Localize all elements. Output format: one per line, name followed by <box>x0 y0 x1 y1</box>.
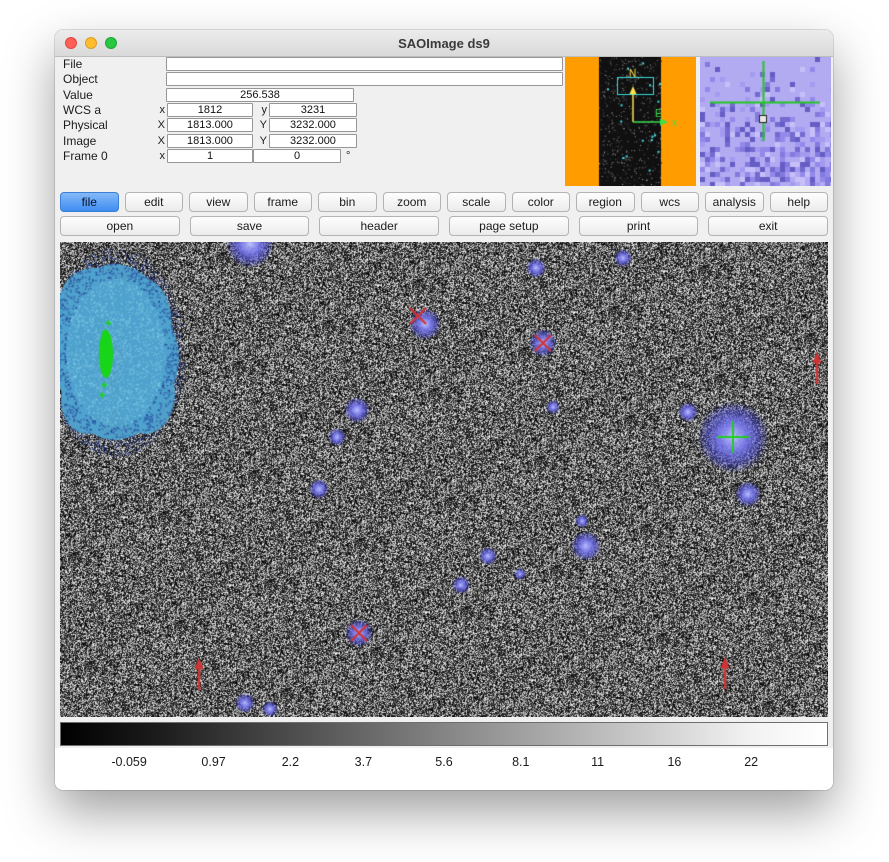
file-row: File <box>63 56 563 71</box>
physical-y-label: Y <box>253 119 267 131</box>
exit-button[interactable]: exit <box>708 216 828 236</box>
file-action-bar: open save header page setup print exit <box>60 216 828 236</box>
object-label: Object <box>63 72 151 86</box>
image-coord-row: Image X Y <box>63 133 563 148</box>
menu-edit[interactable]: edit <box>125 192 184 212</box>
menu-wcs[interactable]: wcs <box>641 192 700 212</box>
physical-x-label: X <box>151 119 165 131</box>
colorbar-tick: 11 <box>591 755 604 769</box>
colorbar[interactable] <box>60 722 828 746</box>
menu-region[interactable]: region <box>576 192 635 212</box>
menu-analysis[interactable]: analysis <box>705 192 764 212</box>
physical-row: Physical X Y <box>63 118 563 133</box>
colorbar-tick: 22 <box>744 755 758 769</box>
panner[interactable] <box>565 57 696 186</box>
menu-file[interactable]: file <box>60 192 119 212</box>
wcs-y-label: y <box>253 104 267 116</box>
image-y-field[interactable] <box>269 134 357 148</box>
wcs-x-label: x <box>151 104 165 116</box>
menu-scale[interactable]: scale <box>447 192 506 212</box>
value-label: Value <box>63 88 151 102</box>
header-button[interactable]: header <box>319 216 439 236</box>
file-field[interactable] <box>166 57 563 71</box>
image-area <box>60 242 828 717</box>
frame-label: Frame 0 <box>63 149 151 163</box>
menu-bin[interactable]: bin <box>318 192 377 212</box>
physical-x-field[interactable] <box>167 118 253 132</box>
image-x-field[interactable] <box>167 134 253 148</box>
colorbar-tickstrip: -0.059 0.97 2.2 3.7 5.6 8.1 11 16 22 <box>55 748 833 790</box>
object-row: Object <box>63 72 563 87</box>
image-canvas[interactable] <box>60 242 828 717</box>
colorbar-tick: 0.97 <box>201 755 225 769</box>
value-field[interactable] <box>166 88 354 102</box>
frame-zoom-field[interactable] <box>167 149 253 163</box>
colorbar-tick: 5.6 <box>435 755 452 769</box>
degree-symbol: ° <box>346 150 350 162</box>
wcs-x-field[interactable] <box>167 103 253 117</box>
menu-frame[interactable]: frame <box>254 192 313 212</box>
info-panel: File Object Value WCS a x y Physical X <box>63 56 563 164</box>
colorbar-tick: 3.7 <box>355 755 372 769</box>
menu-color[interactable]: color <box>512 192 571 212</box>
physical-y-field[interactable] <box>269 118 357 132</box>
value-row: Value <box>63 87 563 102</box>
page-setup-button[interactable]: page setup <box>449 216 569 236</box>
frame-row: Frame 0 x ° <box>63 149 563 164</box>
object-field[interactable] <box>166 72 563 86</box>
open-button[interactable]: open <box>60 216 180 236</box>
close-button[interactable] <box>65 37 77 49</box>
physical-label: Physical <box>63 118 151 132</box>
menu-help[interactable]: help <box>770 192 829 212</box>
ds9-window: SAOImage ds9 File Object Value WCS a x y <box>55 30 833 790</box>
magnifier <box>700 57 831 186</box>
fullscreen-button[interactable] <box>105 37 117 49</box>
colorbar-ticks: -0.059 0.97 2.2 3.7 5.6 8.1 11 16 22 <box>60 748 828 790</box>
image-y-label: Y <box>253 135 267 147</box>
menu-bar: file edit view frame bin zoom scale colo… <box>60 192 828 212</box>
colorbar-tick: 16 <box>667 755 681 769</box>
print-button[interactable]: print <box>579 216 699 236</box>
image-x-label: X <box>151 135 165 147</box>
wcs-label: WCS a <box>63 103 151 117</box>
window-title: SAOImage ds9 <box>398 36 490 51</box>
save-button[interactable]: save <box>190 216 310 236</box>
traffic-lights <box>65 37 117 49</box>
image-coord-label: Image <box>63 134 151 148</box>
wcs-row: WCS a x y <box>63 103 563 118</box>
colorbar-tick: -0.059 <box>111 755 146 769</box>
colorbar-tick: 2.2 <box>282 755 299 769</box>
frame-zoom-label: x <box>151 150 165 162</box>
frame-angle-field[interactable] <box>253 149 341 163</box>
wcs-y-field[interactable] <box>269 103 357 117</box>
titlebar[interactable]: SAOImage ds9 <box>55 30 833 57</box>
minimize-button[interactable] <box>85 37 97 49</box>
colorbar-tick: 8.1 <box>512 755 529 769</box>
menu-zoom[interactable]: zoom <box>383 192 442 212</box>
menu-view[interactable]: view <box>189 192 248 212</box>
file-label: File <box>63 57 151 71</box>
